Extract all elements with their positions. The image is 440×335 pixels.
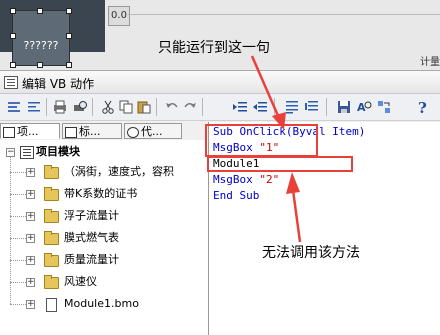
tab-tags[interactable]: 标... — [62, 123, 122, 139]
window-title: 编辑 VB 动作 — [22, 77, 95, 91]
tree-item-folder[interactable]: + 浮子流量计 — [4, 208, 204, 224]
help-icon[interactable]: ? — [414, 99, 430, 115]
tree-item-folder[interactable]: + 质量流量计 — [4, 252, 204, 268]
folder-icon — [44, 165, 59, 179]
resize-handle[interactable] — [66, 62, 72, 68]
vb-editor-icon — [4, 76, 18, 89]
toolbar: A ? — [0, 94, 440, 121]
code-line: MsgBox "2" — [213, 173, 279, 186]
toolbar-separator — [274, 98, 275, 116]
tree-item-folder[interactable]: + （涡街，速度式，容积 — [4, 164, 208, 180]
tree-item-folder[interactable]: + 风速仪 — [4, 274, 204, 290]
tree-item-module[interactable]: + Module1.bmo — [4, 296, 204, 312]
expand-icon[interactable]: + — [26, 300, 35, 309]
toolbar-separator — [46, 98, 47, 116]
cut-icon[interactable] — [100, 99, 116, 115]
resize-handle[interactable] — [66, 8, 72, 14]
project-tree-pane: 项... 标... 代... − 项目模块 + （涡街，速度式，容积 + 带K系 — [0, 122, 209, 335]
value-display: 0.0 — [108, 6, 130, 26]
selected-widget[interactable]: ?????? — [10, 8, 72, 68]
tree-item-label: 风速仪 — [64, 275, 97, 288]
tree-root-label: 项目模块 — [36, 145, 80, 158]
expand-icon[interactable]: + — [26, 234, 35, 243]
print-icon[interactable] — [52, 99, 68, 115]
annotation-top-text: 只能运行到这一句 — [158, 40, 270, 56]
tree-item-label: 膜式燃气表 — [64, 231, 119, 244]
module-root-icon — [20, 146, 34, 159]
tab-label: 代... — [141, 125, 163, 138]
widget-label: ?????? — [23, 39, 59, 52]
outdent-icon[interactable] — [26, 99, 42, 115]
module-file-icon — [46, 298, 57, 312]
toolbar-separator — [326, 98, 327, 116]
tags-tab-icon — [65, 127, 77, 138]
tab-project[interactable]: 项... — [0, 123, 60, 139]
uncomment-icon[interactable] — [304, 99, 320, 115]
tree-item-folder[interactable]: + 带K系数的证书 — [4, 186, 204, 202]
paste-icon[interactable] — [136, 99, 152, 115]
redo-icon[interactable] — [182, 99, 198, 115]
svg-text:A: A — [357, 101, 366, 114]
tree-root[interactable]: − 项目模块 — [4, 144, 204, 160]
tab-label: 标... — [79, 125, 101, 138]
expand-icon[interactable]: + — [26, 212, 35, 221]
folder-icon — [44, 187, 59, 201]
tree-item-label: 带K系数的证书 — [64, 187, 138, 200]
tree-item-label: Module1.bmo — [64, 297, 139, 310]
project-tab-icon — [3, 127, 15, 138]
unindent-icon[interactable] — [252, 99, 268, 115]
undo-icon[interactable] — [164, 99, 180, 115]
window-titlebar[interactable]: 编辑 VB 动作 — [0, 70, 440, 94]
tree-item-label: （涡街，速度式，容积 — [64, 165, 174, 178]
folder-icon — [44, 275, 59, 289]
tree-item-folder[interactable]: + 膜式燃气表 — [4, 230, 204, 246]
tab-label: 项... — [17, 125, 39, 138]
resize-handle[interactable] — [37, 8, 43, 14]
toolbar-separator — [202, 98, 203, 116]
expand-icon[interactable]: + — [26, 278, 35, 287]
save-icon[interactable] — [336, 99, 352, 115]
expand-icon[interactable]: + — [26, 190, 35, 199]
tab-code[interactable]: 代... — [124, 123, 182, 139]
pane-tabs: 项... 标... 代... — [0, 122, 208, 140]
code-line: End Sub — [213, 189, 259, 202]
folder-icon — [44, 231, 59, 245]
expand-icon[interactable]: + — [26, 256, 35, 265]
code-keyword: End Sub — [213, 189, 260, 202]
divider — [128, 14, 440, 15]
indent-icon[interactable] — [232, 99, 248, 115]
toolbar-separator — [156, 98, 157, 116]
svg-text:?: ? — [418, 99, 427, 115]
resize-handle[interactable] — [10, 8, 16, 14]
replace-icon[interactable] — [376, 99, 392, 115]
tree-item-label: 质量流量计 — [64, 253, 119, 266]
annotation-bottom-text: 无法调用该方法 — [262, 245, 360, 261]
tree-item-label: 浮子流量计 — [64, 209, 119, 222]
find-icon[interactable]: A — [356, 99, 372, 115]
highlight-box-top — [205, 124, 318, 157]
preview-icon[interactable] — [72, 99, 88, 115]
code-string: "2" — [259, 173, 280, 186]
highlight-box-middle — [207, 156, 353, 172]
expand-icon[interactable]: + — [26, 168, 35, 177]
code-keyword: MsgBox — [213, 173, 260, 186]
collapse-icon[interactable]: − — [6, 148, 15, 157]
copy-icon[interactable] — [118, 99, 134, 115]
cut-label: 计量 — [420, 57, 440, 68]
comment-icon[interactable] — [284, 99, 300, 115]
folder-icon — [44, 209, 59, 223]
list-icon[interactable] — [6, 99, 22, 115]
designer-canvas: ?????? 0.0 计量 — [0, 0, 440, 70]
code-tab-icon — [127, 127, 139, 138]
resize-handle[interactable] — [37, 62, 43, 68]
folder-icon — [44, 253, 59, 267]
resize-handle[interactable] — [10, 62, 16, 68]
toolbar-separator — [92, 98, 93, 116]
